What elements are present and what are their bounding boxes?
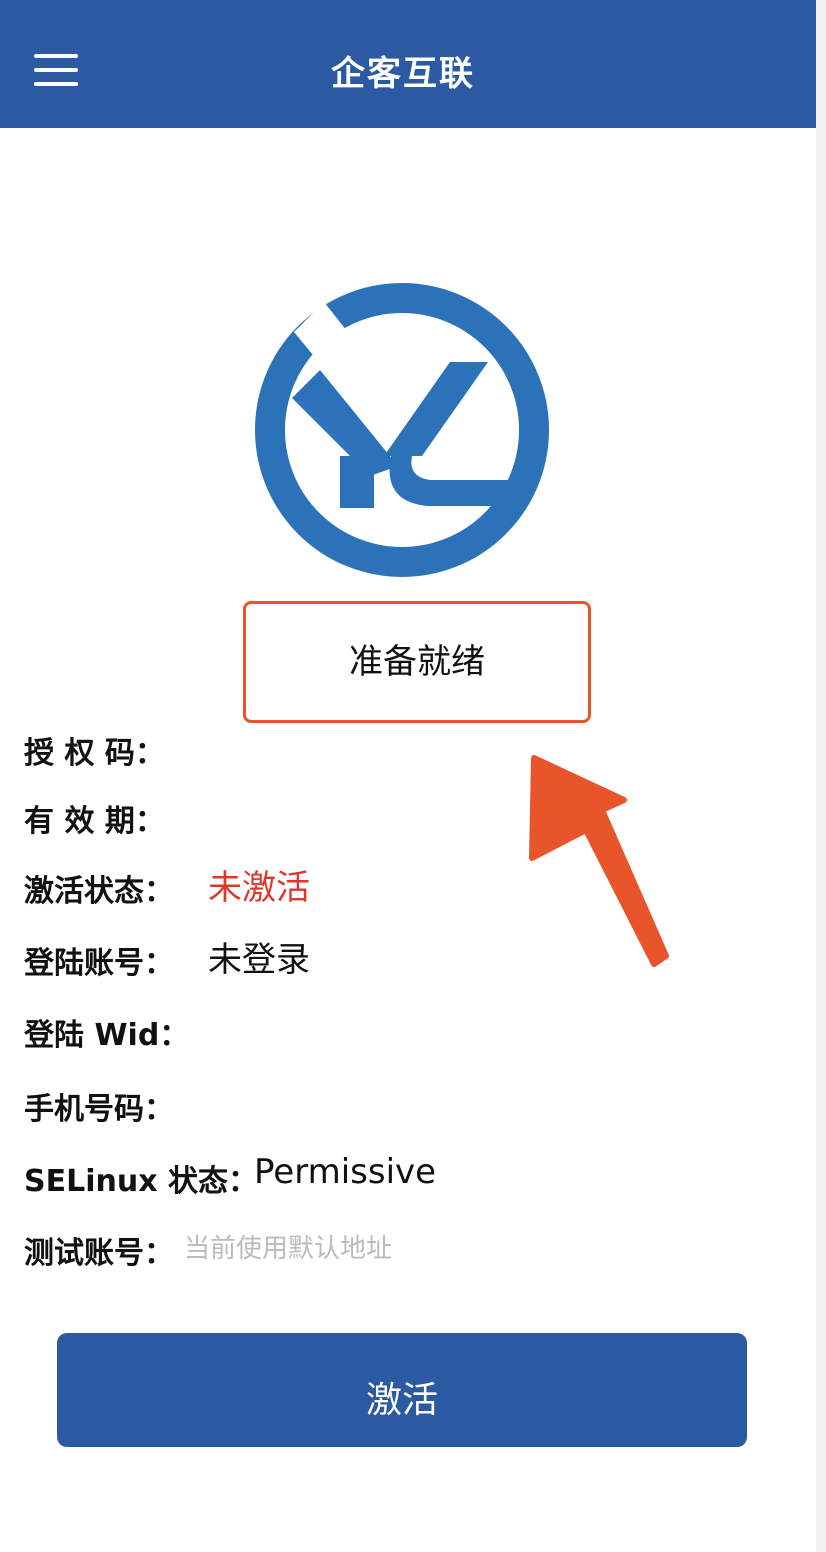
login-account-label: 登陆账号： — [24, 946, 174, 981]
test-account-input[interactable]: 当前使用默认地址 — [184, 1228, 392, 1265]
validity-label: 有 效 期： — [24, 804, 165, 839]
activate-button[interactable]: 激活 — [57, 1333, 747, 1447]
annotation-arrow-icon — [520, 750, 680, 980]
status-text: 准备就绪 — [349, 642, 485, 682]
login-wid-label: 登陆 Wid： — [24, 1018, 190, 1053]
phone-label: 手机号码： — [24, 1092, 174, 1127]
login-account-value: 未登录 — [208, 940, 310, 980]
yc-logo — [252, 280, 552, 580]
status-box: 准备就绪 — [243, 601, 591, 723]
test-account-label: 测试账号： — [24, 1236, 174, 1271]
auth-code-label: 授 权 码： — [24, 736, 165, 771]
selinux-label: SELinux 状态： — [24, 1164, 259, 1199]
activation-status-label: 激活状态： — [24, 874, 174, 909]
selinux-value: Permissive — [254, 1152, 437, 1192]
app-title: 企客互联 — [331, 54, 475, 94]
app-bar: 企客互联 — [0, 0, 816, 128]
activation-status-value: 未激活 — [208, 868, 310, 908]
scrollbar-track — [816, 0, 826, 1552]
activate-button-label: 激活 — [365, 1380, 438, 1421]
